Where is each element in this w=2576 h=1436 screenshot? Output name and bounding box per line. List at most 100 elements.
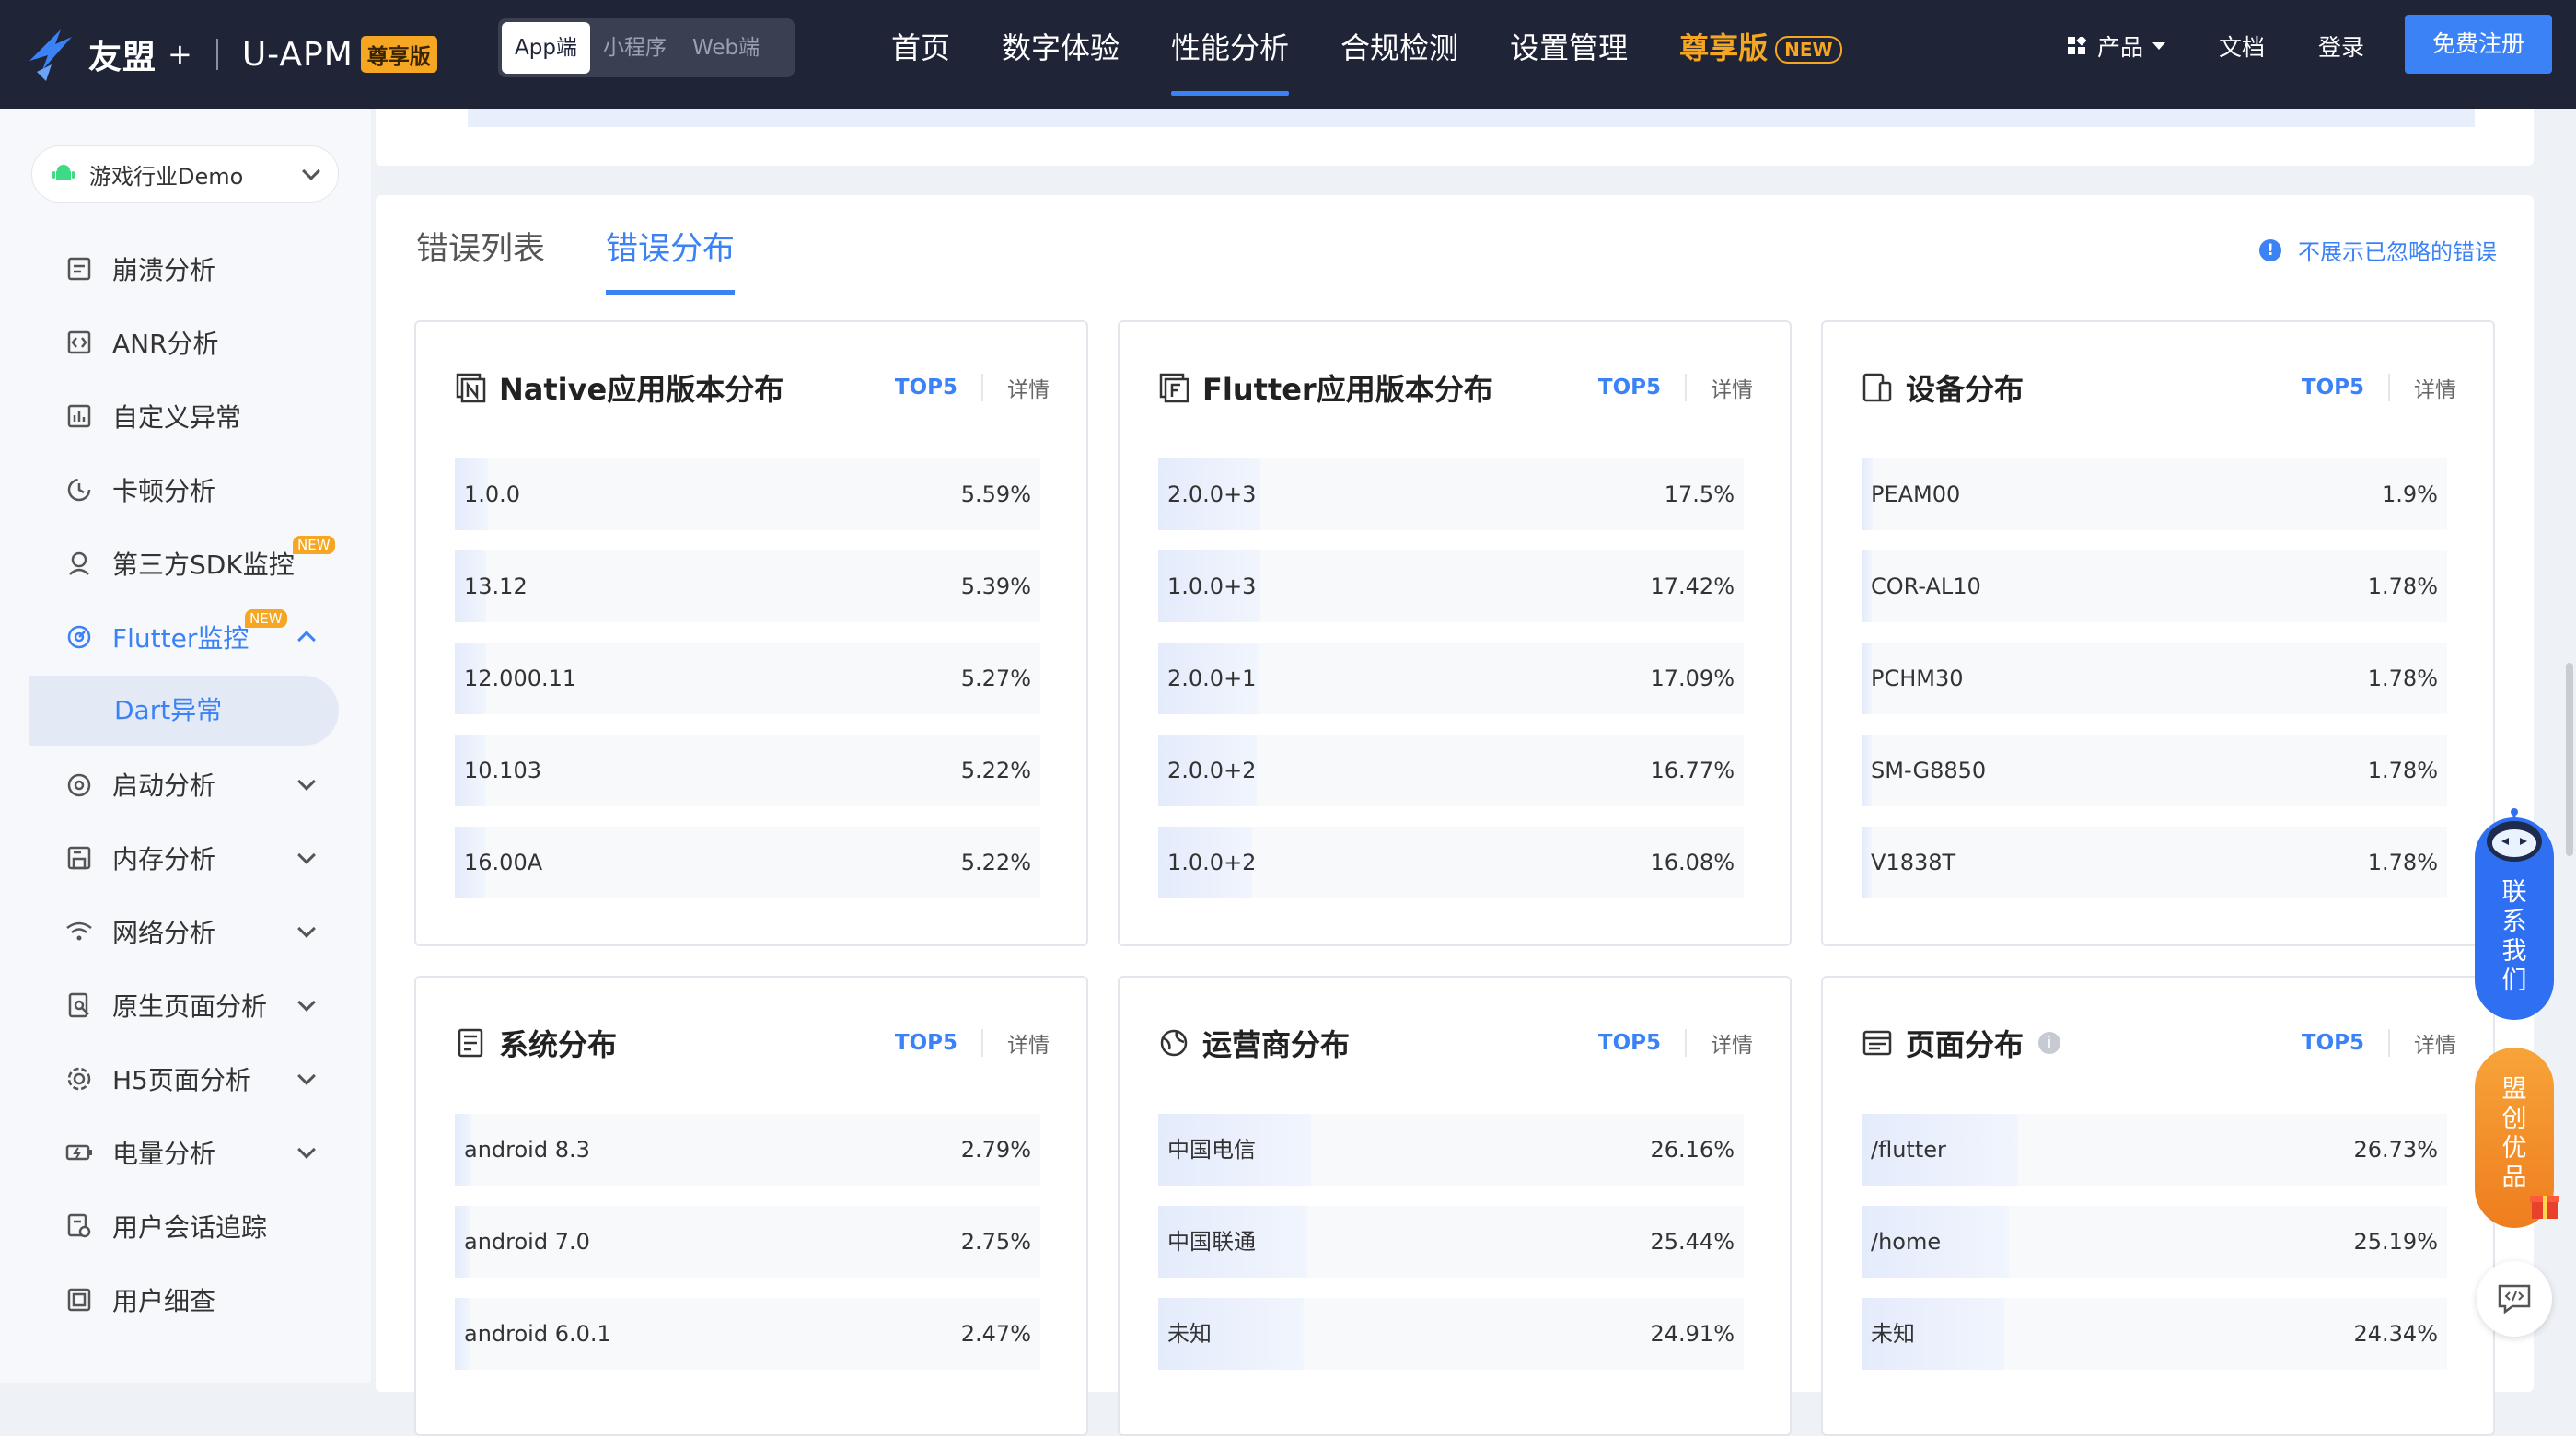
chevron-down-icon [297,993,316,1012]
sidebar-item-third-party-sdk[interactable]: 第三方SDK监控 NEW [29,532,339,595]
platform-web[interactable]: Web端 [679,22,772,74]
login-link[interactable]: 登录 [2318,29,2364,63]
feedback-button[interactable] [2477,1261,2552,1337]
list-item[interactable]: /home 25.19% [1862,1206,2447,1278]
contact-us-button[interactable]: 联系我们 [2475,808,2554,1020]
list-item[interactable]: 2.0.0+3 17.5% [1158,458,1744,530]
sidebar-item-label: 网络分析 [112,918,216,948]
top5-button[interactable]: TOP5 [2302,1031,2364,1055]
top5-button[interactable]: TOP5 [895,1031,957,1055]
h5-icon [67,1067,91,1091]
android-icon [52,165,75,180]
list-item[interactable]: android 6.0.1 2.47% [455,1298,1040,1370]
list-item[interactable]: PCHM30 1.78% [1862,643,2447,714]
sidebar-item-session-trace[interactable]: 用户会话追踪 [29,1195,339,1257]
nav-vip-edition[interactable]: 尊享版 NEW [1679,0,1842,96]
sidebar-subitem-dart-exception[interactable]: Dart异常 [29,676,339,746]
sidebar-item-network[interactable]: 网络分析 [29,900,339,963]
top5-button[interactable]: TOP5 [1598,1031,1661,1055]
sidebar-item-label: ANR分析 [112,329,219,359]
nav-home[interactable]: 首页 [891,0,950,96]
detail-link[interactable]: 详情 [1711,1027,1753,1059]
list-item[interactable]: 2.0.0+2 16.77% [1158,735,1744,806]
list-item[interactable]: 16.00A 5.22% [455,827,1040,898]
panel-title: 页面分布 [1906,1027,2025,1062]
brand[interactable]: 友盟 + U-APM 尊享版 [24,13,437,96]
app-selector[interactable]: 游戏行业Demo [31,145,339,203]
startup-icon [67,773,91,797]
detail-link[interactable]: 详情 [1007,372,1050,403]
help-icon[interactable]: i [2038,1032,2061,1054]
panel-header: 页面分布 i TOP5 详情 [1862,1020,2456,1066]
hide-ignored-errors-toggle[interactable]: ! 不展示已忽略的错误 [2259,234,2497,266]
sidebar-item-crash[interactable]: 崩溃分析 [29,237,339,300]
top5-button[interactable]: TOP5 [895,376,957,400]
detail-link[interactable]: 详情 [2414,372,2456,403]
detail-link[interactable]: 详情 [1007,1027,1050,1059]
platform-miniprogram[interactable]: 小程序 [590,22,679,74]
top-navigation-bar: 友盟 + U-APM 尊享版 App端 小程序 Web端 首页 数字体验 性能分… [0,0,2576,109]
caret-down-icon [2152,42,2166,50]
sidebar-item-jank[interactable]: 卡顿分析 [29,458,339,521]
item-label: 2.0.0+3 [1167,481,1257,507]
sidebar-item-flutter[interactable]: Flutter监控 NEW [29,606,339,668]
nav-digital-experience[interactable]: 数字体验 [1002,0,1120,96]
tab-error-list[interactable]: 错误列表 [416,223,545,295]
item-value: 1.78% [2367,850,2438,875]
union-products-button[interactable]: 盟创优品 [2475,1048,2559,1228]
battery-icon [65,1144,92,1161]
list-item[interactable]: 12.000.11 5.27% [455,643,1040,714]
robot-icon [2487,808,2542,862]
panel-title: 运营商分布 [1202,1027,1351,1062]
list-item[interactable]: 未知 24.34% [1862,1298,2447,1370]
os-icon [458,1028,483,1058]
tab-error-distribution[interactable]: 错误分布 [606,223,736,295]
detail-link[interactable]: 详情 [1711,372,1753,403]
list-item[interactable]: /flutter 26.73% [1862,1114,2447,1186]
item-value: 5.22% [960,758,1031,783]
sidebar-item-custom-exception[interactable]: 自定义异常 [29,385,339,447]
list-item[interactable]: 13.12 5.39% [455,550,1040,622]
sidebar-item-native-page[interactable]: 原生页面分析 [29,974,339,1036]
sidebar-item-battery[interactable]: 电量分析 [29,1121,339,1184]
list-item[interactable]: 中国电信 26.16% [1158,1114,1744,1186]
nav-compliance[interactable]: 合规检测 [1340,0,1458,96]
item-label: COR-AL10 [1871,573,1981,599]
sidebar-item-startup[interactable]: 启动分析 [29,753,339,816]
docs-link[interactable]: 文档 [2219,29,2265,63]
sidebar-item-h5-page[interactable]: H5页面分析 [29,1048,339,1110]
nav-performance-analysis[interactable]: 性能分析 [1171,0,1290,96]
sidebar-item-memory[interactable]: 内存分析 [29,827,339,889]
hide-ignored-errors-label: 不展示已忽略的错误 [2298,239,2497,265]
sidebar-item-anr[interactable]: ANR分析 [29,311,339,374]
top5-button[interactable]: TOP5 [2302,376,2364,400]
list-item[interactable]: SM-G8850 1.78% [1862,735,2447,806]
list-item[interactable]: 2.0.0+1 17.09% [1158,643,1744,714]
native-version-icon [456,373,486,403]
signup-button[interactable]: 免费注册 [2405,15,2552,74]
list-item[interactable]: PEAM00 1.9% [1862,458,2447,530]
item-label: 未知 [1871,1321,1915,1347]
nav-settings[interactable]: 设置管理 [1510,0,1628,96]
sidebar-item-user-detail[interactable]: 用户细查 [29,1268,339,1331]
panel-header: Flutter应用版本分布 TOP5 详情 [1158,365,1753,411]
list-item[interactable]: 未知 24.91% [1158,1298,1744,1370]
platform-app[interactable]: App端 [502,22,590,74]
list-item[interactable]: COR-AL10 1.78% [1862,550,2447,622]
top5-button[interactable]: TOP5 [1598,376,1661,400]
list-item[interactable]: 10.103 5.22% [455,735,1040,806]
list-item[interactable]: android 8.3 2.79% [455,1114,1040,1186]
brand-name: 友盟 [88,39,157,76]
list-item[interactable]: 1.0.0+2 16.08% [1158,827,1744,898]
list-item[interactable]: 1.0.0+3 17.42% [1158,550,1744,622]
list-item[interactable]: 中国联通 25.44% [1158,1206,1744,1278]
detail-link[interactable]: 详情 [2414,1027,2456,1059]
products-dropdown[interactable]: 产品 [2068,29,2166,63]
item-label: /flutter [1871,1137,1946,1163]
panel-header: 设备分布 TOP5 详情 [1862,365,2456,411]
list-item[interactable]: android 7.0 2.75% [455,1206,1040,1278]
list-item[interactable]: V1838T 1.78% [1862,827,2447,898]
item-value: 26.16% [1650,1137,1735,1163]
page-scrollbar[interactable] [2566,663,2573,856]
list-item[interactable]: 1.0.0 5.59% [455,458,1040,530]
